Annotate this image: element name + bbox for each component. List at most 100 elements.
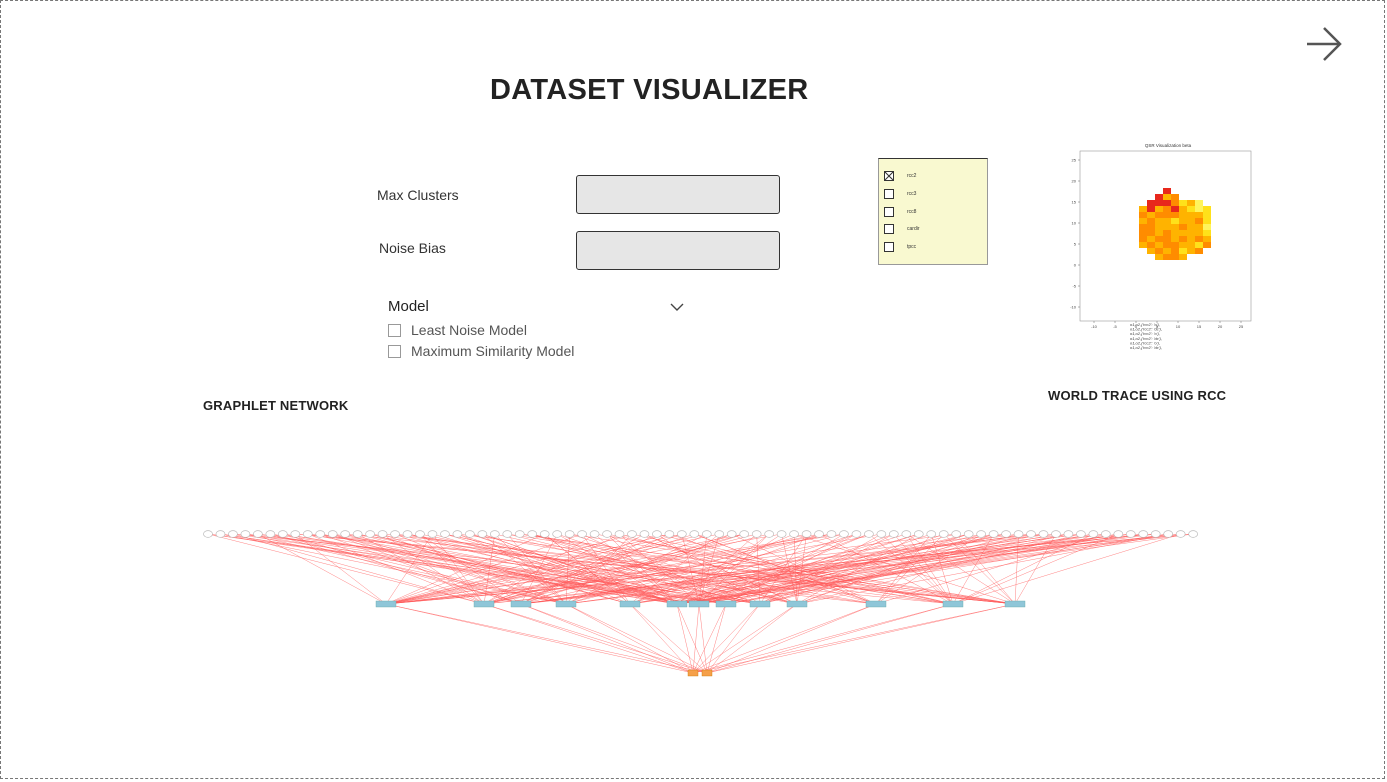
network-edge [565,603,694,674]
network-root-node [701,669,713,677]
heatmap-cell [1171,236,1179,242]
heatmap-cell [1187,236,1195,242]
heatmap-cell [1163,194,1171,200]
network-top-node [951,530,962,538]
heatmap-cell [1155,224,1163,230]
network-top-node [1063,530,1074,538]
heatmap-cell [1195,224,1203,230]
network-root-node [687,669,699,677]
heatmap-cell [1179,242,1187,248]
heatmap-cell [1163,224,1171,230]
network-top-node [402,530,413,538]
network-top-node [1138,530,1149,538]
network-graphlet-node [1004,600,1026,608]
legend-checkbox-rcc3[interactable] [884,189,894,199]
least-noise-model-checkbox[interactable] [388,323,401,337]
network-top-node [901,530,912,538]
x-tick-label: -5 [1113,324,1117,329]
least-noise-model-option[interactable]: Least Noise Model [388,322,527,338]
noise-bias-input[interactable] [576,231,780,270]
heatmap-cell [1195,248,1203,254]
heatmap-cell [1171,224,1179,230]
heatmap-cell [1163,236,1171,242]
network-top-node [789,530,799,538]
network-top-node [652,530,662,538]
heatmap-cell [1179,230,1187,236]
network-edge [565,603,708,674]
network-top-node [677,530,687,538]
heatmap-cell [1155,200,1163,206]
y-tick-label: 5 [1074,242,1077,247]
network-top-node [315,530,326,538]
network-top-node [377,530,388,538]
legend-checkbox-cardir[interactable] [884,224,894,234]
network-top-node [577,530,587,538]
network-graphlet-node [942,600,964,608]
network-top-node [776,530,787,538]
heatmap-cell [1203,242,1211,248]
y-tick-label: 20 [1072,179,1077,184]
network-top-node [390,530,400,538]
graphlet-network-title: GRAPHLET NETWORK [203,398,349,413]
network-graphlet-node [375,600,397,608]
network-top-node [876,530,887,538]
legend-checkbox-tpcc[interactable] [884,242,894,252]
maximum-similarity-model-label: Maximum Similarity Model [411,343,575,359]
heatmap-cell [1155,212,1163,218]
network-top-node [265,530,276,538]
network-top-node [514,530,525,538]
network-top-node [502,530,513,538]
network-top-node [726,530,737,538]
graphlet-network-graph [203,530,1198,677]
chevron-down-icon[interactable] [668,300,686,314]
heatmap-cell [1195,230,1203,236]
heatmap-cell [1147,206,1155,212]
network-edge [565,533,1081,605]
max-clusters-input[interactable] [576,175,780,214]
legend-item-rcc8[interactable]: rcc8 [884,207,916,217]
network-top-node [988,530,999,538]
network-edge [676,533,1181,605]
heatmap-cell [1171,248,1179,254]
legend-item-rcc2[interactable]: rcc2 [884,171,916,181]
network-top-node [340,530,351,538]
heatmap-cell [1139,218,1147,224]
heatmap-cell [1163,248,1171,254]
network-top-node [801,530,812,538]
network-top-node [826,530,837,538]
network-top-node [701,530,712,538]
arrow-right-icon[interactable] [1302,24,1346,64]
heatmap-cell [1179,212,1187,218]
network-graphlet-node [555,600,577,608]
model-dropdown-label[interactable]: Model [388,298,429,315]
heatmap-cell [1155,254,1163,260]
heatmap-cell [1195,206,1203,212]
heatmap-cell [1203,212,1211,218]
network-top-node [564,530,575,538]
network-top-node [888,530,899,538]
y-tick-label: 10 [1072,221,1077,226]
heatmap-legend-line: o1,o2,{'rcc2': 'dc'}, [1130,345,1162,350]
network-top-node [739,530,750,538]
legend-checkbox-rcc8[interactable] [884,207,894,217]
network-edge [385,533,1194,605]
world-trace-title: WORLD TRACE USING RCC [1048,388,1227,403]
heatmap-cell [1203,206,1211,212]
legend-checkbox-rcc2[interactable] [884,171,894,181]
heatmap-cell [1171,200,1179,206]
y-tick-label: 0 [1074,263,1077,268]
heatmap-cell [1203,236,1211,242]
heatmap-legend: o1,o2,{'rcc2': 'o'},o1,o2,{'rcc2': 'dc'}… [1130,322,1162,350]
network-top-node [664,530,675,538]
heatmap-cell [1195,242,1203,248]
network-edge [706,603,1016,674]
y-tick-label: -5 [1072,284,1076,289]
legend-item-cardir[interactable]: cardir [884,224,920,234]
maximum-similarity-model-option[interactable]: Maximum Similarity Model [388,343,574,359]
legend-item-rcc3[interactable]: rcc3 [884,189,916,199]
legend-item-tpcc[interactable]: tpcc [884,242,916,252]
heatmap-cell [1195,218,1203,224]
network-edge [706,603,954,674]
heatmap-cell [1179,206,1187,212]
maximum-similarity-model-checkbox[interactable] [388,344,401,358]
